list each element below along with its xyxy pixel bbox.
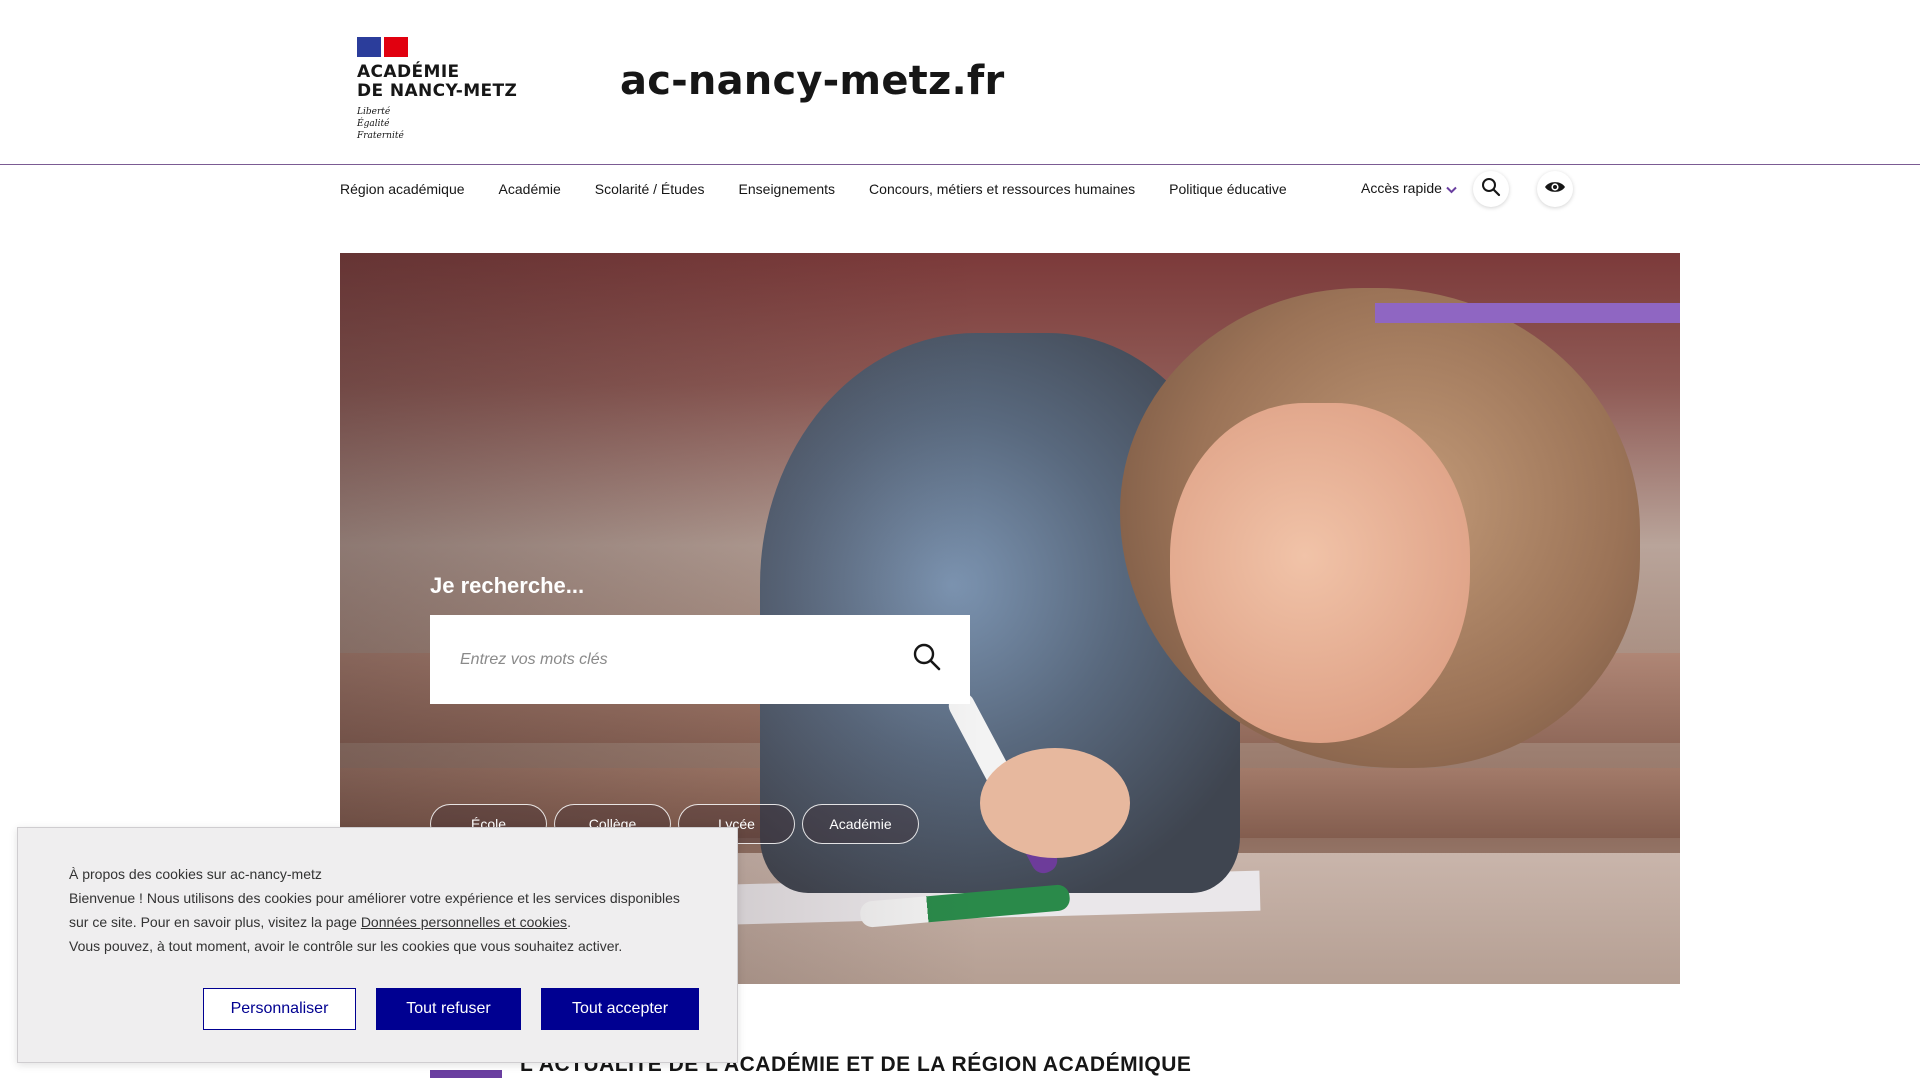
quick-access-label: Accès rapide bbox=[1361, 180, 1442, 196]
hero-search-input[interactable] bbox=[460, 650, 912, 669]
hero-search-title: Je recherche... bbox=[430, 573, 585, 598]
site-header: ACADÉMIE DE NANCY-METZ Liberté Égalité F… bbox=[0, 0, 1920, 165]
cookie-policy-link[interactable]: Données personnelles et cookies bbox=[361, 914, 567, 930]
cookie-title: À propos des cookies sur ac-nancy-metz bbox=[69, 866, 322, 882]
site-name[interactable]: ac-nancy-metz.fr bbox=[620, 58, 1004, 104]
cookie-banner: À propos des cookies sur ac-nancy-metz B… bbox=[17, 827, 738, 1063]
search-icon bbox=[1481, 177, 1501, 202]
display-settings-button[interactable] bbox=[1537, 171, 1573, 207]
cookie-text-end: . bbox=[567, 914, 571, 930]
hero-search-box bbox=[430, 615, 970, 704]
motto-liberte: Liberté bbox=[357, 107, 391, 117]
nav-item-enseignements[interactable]: Enseignements bbox=[739, 176, 836, 202]
page: ACADÉMIE DE NANCY-METZ Liberté Égalité F… bbox=[0, 0, 1920, 1080]
cookie-text-control: Vous pouvez, à tout moment, avoir le con… bbox=[69, 938, 623, 954]
cookie-accept-button[interactable]: Tout accepter bbox=[541, 988, 699, 1030]
logo-name-line1: ACADÉMIE bbox=[357, 62, 460, 82]
search-icon[interactable] bbox=[912, 642, 942, 677]
nav-item-scolarite-etudes[interactable]: Scolarité / Études bbox=[595, 176, 705, 202]
header-search-button[interactable] bbox=[1473, 171, 1509, 207]
nav-item-region-academique[interactable]: Région académique bbox=[340, 176, 465, 202]
academie-logo[interactable]: ACADÉMIE DE NANCY-METZ Liberté Égalité F… bbox=[357, 37, 537, 147]
chevron-down-icon bbox=[1446, 183, 1457, 197]
french-flag-icon bbox=[357, 37, 408, 57]
motto-fraternite: Fraternité bbox=[357, 131, 404, 141]
motto-egalite: Égalité bbox=[357, 119, 390, 129]
logo-name-line2: DE NANCY-METZ bbox=[357, 81, 518, 101]
section-accent-bar bbox=[430, 1070, 502, 1078]
cookie-customize-button[interactable]: Personnaliser bbox=[203, 988, 356, 1030]
hero-accent-bar bbox=[1375, 303, 1680, 323]
hero-photo-child-face bbox=[1170, 403, 1470, 743]
pill-academie[interactable]: Académie bbox=[802, 804, 919, 844]
eye-icon bbox=[1544, 179, 1566, 200]
main-nav: Région académique Académie Scolarité / É… bbox=[340, 176, 1321, 202]
cookie-text: Bienvenue ! Nous utilisons des cookies p… bbox=[69, 886, 686, 934]
hero-photo-hand bbox=[980, 748, 1130, 858]
quick-access-menu[interactable]: Accès rapide bbox=[1361, 180, 1457, 196]
cookie-buttons: Personnaliser Tout refuser Tout accepter bbox=[203, 988, 699, 1030]
nav-item-academie[interactable]: Académie bbox=[499, 176, 561, 202]
republic-motto: Liberté Égalité Fraternité bbox=[357, 106, 537, 142]
nav-item-politique-educative[interactable]: Politique éducative bbox=[1169, 176, 1287, 202]
cookie-refuse-button[interactable]: Tout refuser bbox=[376, 988, 521, 1030]
nav-item-concours-metiers[interactable]: Concours, métiers et ressources humaines bbox=[869, 176, 1135, 202]
